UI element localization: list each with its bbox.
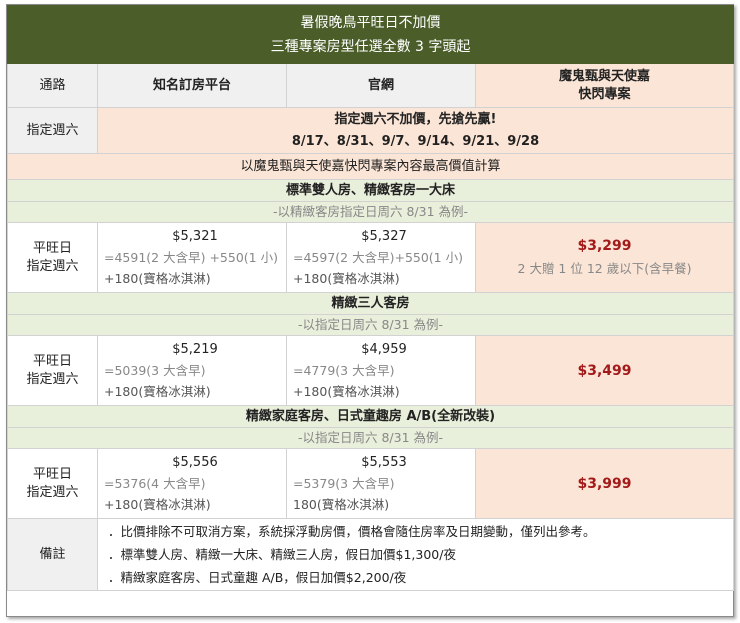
header-route: 通路 bbox=[7, 63, 98, 108]
section-1-official-extra: +180(寶格冰淇淋) bbox=[293, 271, 400, 286]
remarks-content: ．比價排除不可取消方案，系統採浮動房價，價格會隨住房率及日期變動，僅列出參考。 … bbox=[97, 518, 734, 591]
section-1-platform-total: $5,321 bbox=[172, 229, 218, 244]
section-3-special-total: $3,999 bbox=[577, 475, 632, 492]
section-1-special-total: $3,299 bbox=[577, 238, 632, 254]
section-2-special-price: $3,499 bbox=[475, 335, 734, 406]
section-2-label-line-2: 指定週六 bbox=[26, 371, 79, 387]
section-1-title: 標準雙人房、精緻客房一大床 bbox=[7, 179, 734, 202]
section-2-title: 精緻三人客房 bbox=[7, 292, 734, 315]
section-1-subtitle: -以精緻客房指定日周六 8/31 為例- bbox=[7, 201, 734, 223]
section-3-subtitle: -以指定日周六 8/31 為例- bbox=[7, 427, 734, 449]
title-line-2: 三種專案房型任選全數 3 字頭起 bbox=[270, 38, 471, 55]
title-line-1: 暑假晚鳥平旺日不加價 bbox=[300, 14, 441, 31]
saturday-dates: 8/17、8/31、9/7、9/14、9/21、9/28 bbox=[291, 133, 540, 149]
section-2-platform-extra: +180(寶格冰淇淋) bbox=[104, 384, 211, 399]
section-2-label-line-1: 平旺日 bbox=[32, 353, 72, 369]
remark-line-1: ．比價排除不可取消方案，系統採浮動房價，價格會隨住房率及日期變動，僅列出參考。 bbox=[108, 524, 596, 539]
header-special-line-2: 快閃專案 bbox=[578, 86, 631, 102]
price-comparison-table: 暑假晚鳥平旺日不加價 三種專案房型任選全數 3 字頭起 通路 知名訂房平台 官網… bbox=[6, 4, 734, 617]
section-2-official-price: $4,959 =4779(3 大含早) +180(寶格冰淇淋) bbox=[286, 335, 476, 406]
section-1-label-line-2: 指定週六 bbox=[26, 258, 79, 274]
section-3-platform-total: $5,556 bbox=[172, 455, 218, 470]
section-3-label-line-1: 平旺日 bbox=[32, 466, 72, 482]
section-1-special-note: 2 大贈 1 位 12 歲以下(含早餐) bbox=[517, 261, 692, 276]
section-1-special-price: $3,299 2 大贈 1 位 12 歲以下(含早餐) bbox=[475, 222, 734, 293]
section-3-label: 平旺日 指定週六 bbox=[7, 448, 98, 519]
section-3-platform-price: $5,556 =5376(4 大含早) +180(寶格冰淇淋) bbox=[97, 448, 287, 519]
saturday-promo: 指定週六不加價，先搶先贏! 8/17、8/31、9/7、9/14、9/21、9/… bbox=[97, 107, 734, 154]
section-3-official-breakdown: =5379(3 大含早) bbox=[293, 476, 395, 491]
header-special: 魔鬼甄與天使嘉 快閃專案 bbox=[475, 63, 734, 108]
section-2-special-total: $3,499 bbox=[577, 362, 632, 379]
section-3-platform-breakdown: =5376(4 大含早) bbox=[104, 476, 206, 491]
header-official: 官網 bbox=[286, 63, 476, 108]
section-2-official-total: $4,959 bbox=[361, 342, 407, 357]
section-2-official-extra: +180(寶格冰淇淋) bbox=[293, 384, 400, 399]
section-2-platform-price: $5,219 =5039(3 大含早) +180(寶格冰淇淋) bbox=[97, 335, 287, 406]
section-1-platform-price: $5,321 =4591(2 大含早) +550(1 小) +180(寶格冰淇淋… bbox=[97, 222, 287, 293]
section-3-special-price: $3,999 bbox=[475, 448, 734, 519]
header-special-line-1: 魔鬼甄與天使嘉 bbox=[558, 68, 650, 84]
saturday-label: 指定週六 bbox=[7, 107, 98, 154]
section-3-title: 精緻家庭客房、日式童趣房 A/B(全新改裝) bbox=[7, 405, 734, 428]
section-3-official-price: $5,553 =5379(3 大含早) 180(寶格冰淇淋) bbox=[286, 448, 476, 519]
section-3-official-extra: 180(寶格冰淇淋) bbox=[293, 497, 390, 512]
section-1-label: 平旺日 指定週六 bbox=[7, 222, 98, 293]
section-3-label-line-2: 指定週六 bbox=[26, 484, 79, 500]
comparison-grid: 暑假晚鳥平旺日不加價 三種專案房型任選全數 3 字頭起 通路 知名訂房平台 官網… bbox=[7, 5, 734, 591]
remark-line-2: ．標準雙人房、精緻一大床、精緻三人房，假日加價$1,300/夜 bbox=[108, 547, 456, 562]
section-2-platform-breakdown: =5039(3 大含早) bbox=[104, 363, 206, 378]
remarks-label: 備註 bbox=[7, 518, 98, 591]
section-1-platform-extra: +180(寶格冰淇淋) bbox=[104, 271, 211, 286]
saturday-promo-line-1: 指定週六不加價，先搶先贏! bbox=[334, 111, 497, 127]
value-basis-note: 以魔鬼甄與天使嘉快閃專案內容最高價值計算 bbox=[7, 153, 734, 180]
section-2-platform-total: $5,219 bbox=[172, 342, 218, 357]
table-title: 暑假晚鳥平旺日不加價 三種專案房型任選全數 3 字頭起 bbox=[7, 5, 734, 64]
section-1-official-breakdown: =4597(2 大含早)+550(1 小) bbox=[293, 250, 463, 265]
section-2-official-breakdown: =4779(3 大含早) bbox=[293, 363, 395, 378]
section-2-label: 平旺日 指定週六 bbox=[7, 335, 98, 406]
section-1-official-total: $5,327 bbox=[361, 229, 407, 244]
section-3-platform-extra: +180(寶格冰淇淋) bbox=[104, 497, 211, 512]
remark-line-3: ．精緻家庭客房、日式童趣 A/B，假日加價$2,200/夜 bbox=[108, 570, 407, 585]
section-1-platform-breakdown: =4591(2 大含早) +550(1 小) bbox=[104, 250, 278, 265]
section-1-label-line-1: 平旺日 bbox=[32, 240, 72, 256]
section-1-official-price: $5,327 =4597(2 大含早)+550(1 小) +180(寶格冰淇淋) bbox=[286, 222, 476, 293]
section-2-subtitle: -以指定日周六 8/31 為例- bbox=[7, 314, 734, 336]
header-platform: 知名訂房平台 bbox=[97, 63, 287, 108]
section-3-official-total: $5,553 bbox=[361, 455, 407, 470]
